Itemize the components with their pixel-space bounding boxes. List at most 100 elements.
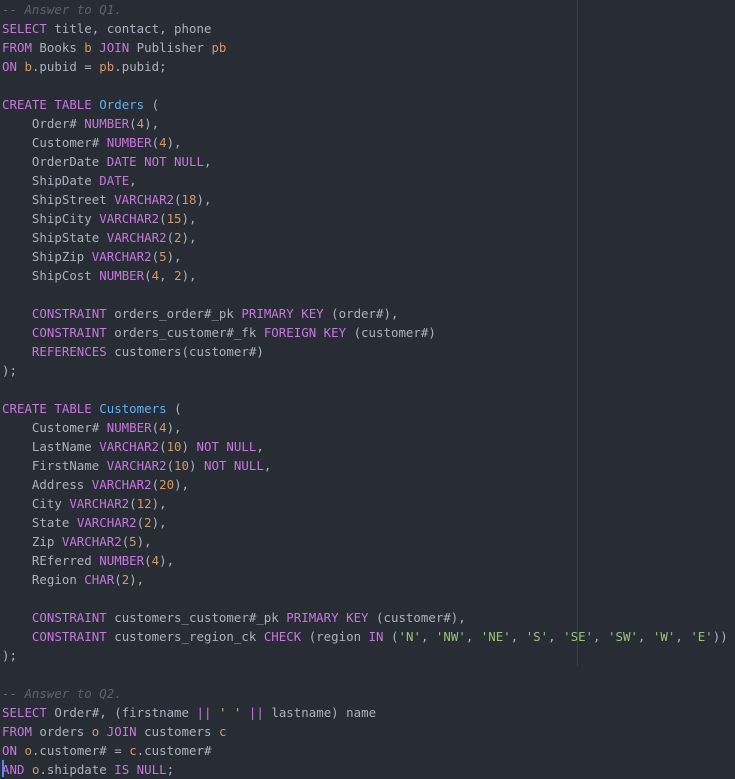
code-token-num: 2 <box>174 268 182 283</box>
code-token-pun: , <box>263 458 272 473</box>
code-token-id: title, contact, phone <box>46 21 212 36</box>
code-token-pun: , <box>548 629 564 644</box>
code-line[interactable] <box>0 380 735 399</box>
code-line[interactable]: ShipCost NUMBER(4, 2), <box>0 266 735 285</box>
code-token-num: 15 <box>166 211 182 226</box>
code-token-id: State <box>2 515 77 530</box>
code-line[interactable]: Zip VARCHAR2(5), <box>0 532 735 551</box>
code-line[interactable]: CONSTRAINT customers_customer#_pk PRIMAR… <box>0 608 735 627</box>
code-line[interactable] <box>0 76 735 95</box>
code-token-id: customers <box>136 724 219 739</box>
code-token-id: orders <box>31 724 92 739</box>
code-line[interactable]: LastName VARCHAR2(10) NOT NULL, <box>0 437 735 456</box>
code-line[interactable]: ON b.pubid = pb.pubid; <box>0 57 735 76</box>
code-token-id: Order#, (firstname <box>46 705 197 720</box>
code-token-pun: ( <box>129 496 137 511</box>
code-token-kw: CHECK <box>263 629 302 644</box>
code-token-pun: , <box>593 629 608 644</box>
code-line[interactable] <box>0 665 735 684</box>
code-line[interactable]: FROM Books b JOIN Publisher pb <box>0 38 735 57</box>
code-line[interactable]: ShipZip VARCHAR2(5), <box>0 247 735 266</box>
code-token-cmt: -- Answer to Q1. <box>2 2 122 17</box>
code-token-kw: SELECT <box>2 705 47 720</box>
code-token-id: REferred <box>2 553 100 568</box>
code-token-kw: VARCHAR2 <box>106 230 167 245</box>
code-token-num: 18 <box>181 192 197 207</box>
code-line[interactable]: CREATE TABLE Customers ( <box>0 399 735 418</box>
code-content[interactable]: -- Answer to Q1. SELECT title, contact, p… <box>0 0 735 779</box>
code-token-kw: FOREIGN KEY <box>263 325 347 340</box>
code-token-id: Customer# <box>2 135 107 150</box>
code-token-kw: VARCHAR2 <box>106 458 167 473</box>
code-token-id: orders_order#_pk <box>106 306 242 321</box>
code-token-pun: ), <box>174 477 190 492</box>
code-line[interactable]: CREATE TABLE Orders ( <box>0 95 735 114</box>
code-token-pun: )) <box>712 629 728 644</box>
code-line[interactable]: SELECT title, contact, phone <box>0 19 735 38</box>
code-line[interactable] <box>0 285 735 304</box>
code-token-id: Address <box>2 477 92 492</box>
code-line[interactable]: REFERENCES customers(customer#) <box>0 342 735 361</box>
code-token-pun: ( <box>144 553 152 568</box>
code-token-id <box>2 306 32 321</box>
code-line[interactable]: CONSTRAINT customers_region_ck CHECK (re… <box>0 627 735 646</box>
code-token-id: ShipCity <box>2 211 100 226</box>
code-token-id: .pubid <box>31 59 85 74</box>
code-token-pun: ( <box>151 420 160 435</box>
code-token-str: 'SW' <box>608 629 638 644</box>
code-token-op: = <box>114 743 122 758</box>
code-line[interactable]: ON o.customer# = c.customer# <box>0 741 735 760</box>
code-token-kw: PRIMARY KEY <box>286 610 369 625</box>
code-token-id: customers_customer#_pk <box>106 610 287 625</box>
code-line[interactable]: ); <box>0 646 735 665</box>
code-token-num: 2 <box>174 230 182 245</box>
code-line[interactable]: Region CHAR(2), <box>0 570 735 589</box>
code-token-num: 2 <box>144 515 152 530</box>
code-line[interactable]: REferred NUMBER(4), <box>0 551 735 570</box>
code-token-pun: ), <box>129 572 145 587</box>
code-line[interactable]: AND o.shipdate IS NULL; <box>0 760 735 779</box>
code-token-pun: ), <box>166 249 182 264</box>
code-token-pun: ), <box>144 116 160 131</box>
code-token-kw: CREATE TABLE <box>2 401 92 416</box>
code-line[interactable]: ShipStreet VARCHAR2(18), <box>0 190 735 209</box>
code-line[interactable]: Address VARCHAR2(20), <box>0 475 735 494</box>
code-token-pun: ), <box>181 230 197 245</box>
code-token-id: LastName <box>2 439 100 454</box>
code-line[interactable]: SELECT Order#, (firstname || ' ' || last… <box>0 703 735 722</box>
code-token-pun: ), <box>151 496 167 511</box>
code-token-id: FirstName <box>2 458 107 473</box>
code-token-id: (order#), <box>323 306 399 321</box>
code-line[interactable]: Customer# NUMBER(4), <box>0 418 735 437</box>
code-token-id: City <box>2 496 70 511</box>
code-line[interactable]: City VARCHAR2(12), <box>0 494 735 513</box>
code-line[interactable]: CONSTRAINT orders_order#_pk PRIMARY KEY … <box>0 304 735 323</box>
code-editor[interactable]: -- Answer to Q1. SELECT title, contact, p… <box>0 0 735 779</box>
code-token-pun: ( <box>151 477 160 492</box>
code-token-pun: ( <box>129 116 137 131</box>
code-line[interactable]: -- Answer to Q2. <box>0 684 735 703</box>
code-line[interactable]: State VARCHAR2(2), <box>0 513 735 532</box>
code-line[interactable]: ShipCity VARCHAR2(15), <box>0 209 735 228</box>
code-line[interactable]: OrderDate DATE NOT NULL, <box>0 152 735 171</box>
code-token-pun: ( <box>159 211 167 226</box>
code-line[interactable] <box>0 589 735 608</box>
code-token-tbl: Customers <box>99 401 167 416</box>
code-line[interactable]: ); <box>0 361 735 380</box>
code-token-kw: NUMBER <box>106 420 152 435</box>
code-token-cmt: -- Answer to Q2. <box>2 686 122 701</box>
code-line[interactable]: ShipState VARCHAR2(2), <box>0 228 735 247</box>
code-token-id: ShipZip <box>2 249 92 264</box>
code-line[interactable]: ShipDate DATE, <box>0 171 735 190</box>
code-token-alias: o <box>24 743 32 758</box>
code-line[interactable]: CONSTRAINT orders_customer#_fk FOREIGN K… <box>0 323 735 342</box>
code-line[interactable]: Order# NUMBER(4), <box>0 114 735 133</box>
code-token-kw: VARCHAR2 <box>91 477 152 492</box>
code-token-str: 'W' <box>652 629 676 644</box>
code-line[interactable]: Customer# NUMBER(4), <box>0 133 735 152</box>
code-token-kw: NUMBER <box>99 553 145 568</box>
code-line[interactable]: FROM orders o JOIN customers c <box>0 722 735 741</box>
code-line[interactable]: FirstName VARCHAR2(10) NOT NULL, <box>0 456 735 475</box>
code-line[interactable]: -- Answer to Q1. <box>0 0 735 19</box>
code-token-num: 5 <box>129 534 137 549</box>
